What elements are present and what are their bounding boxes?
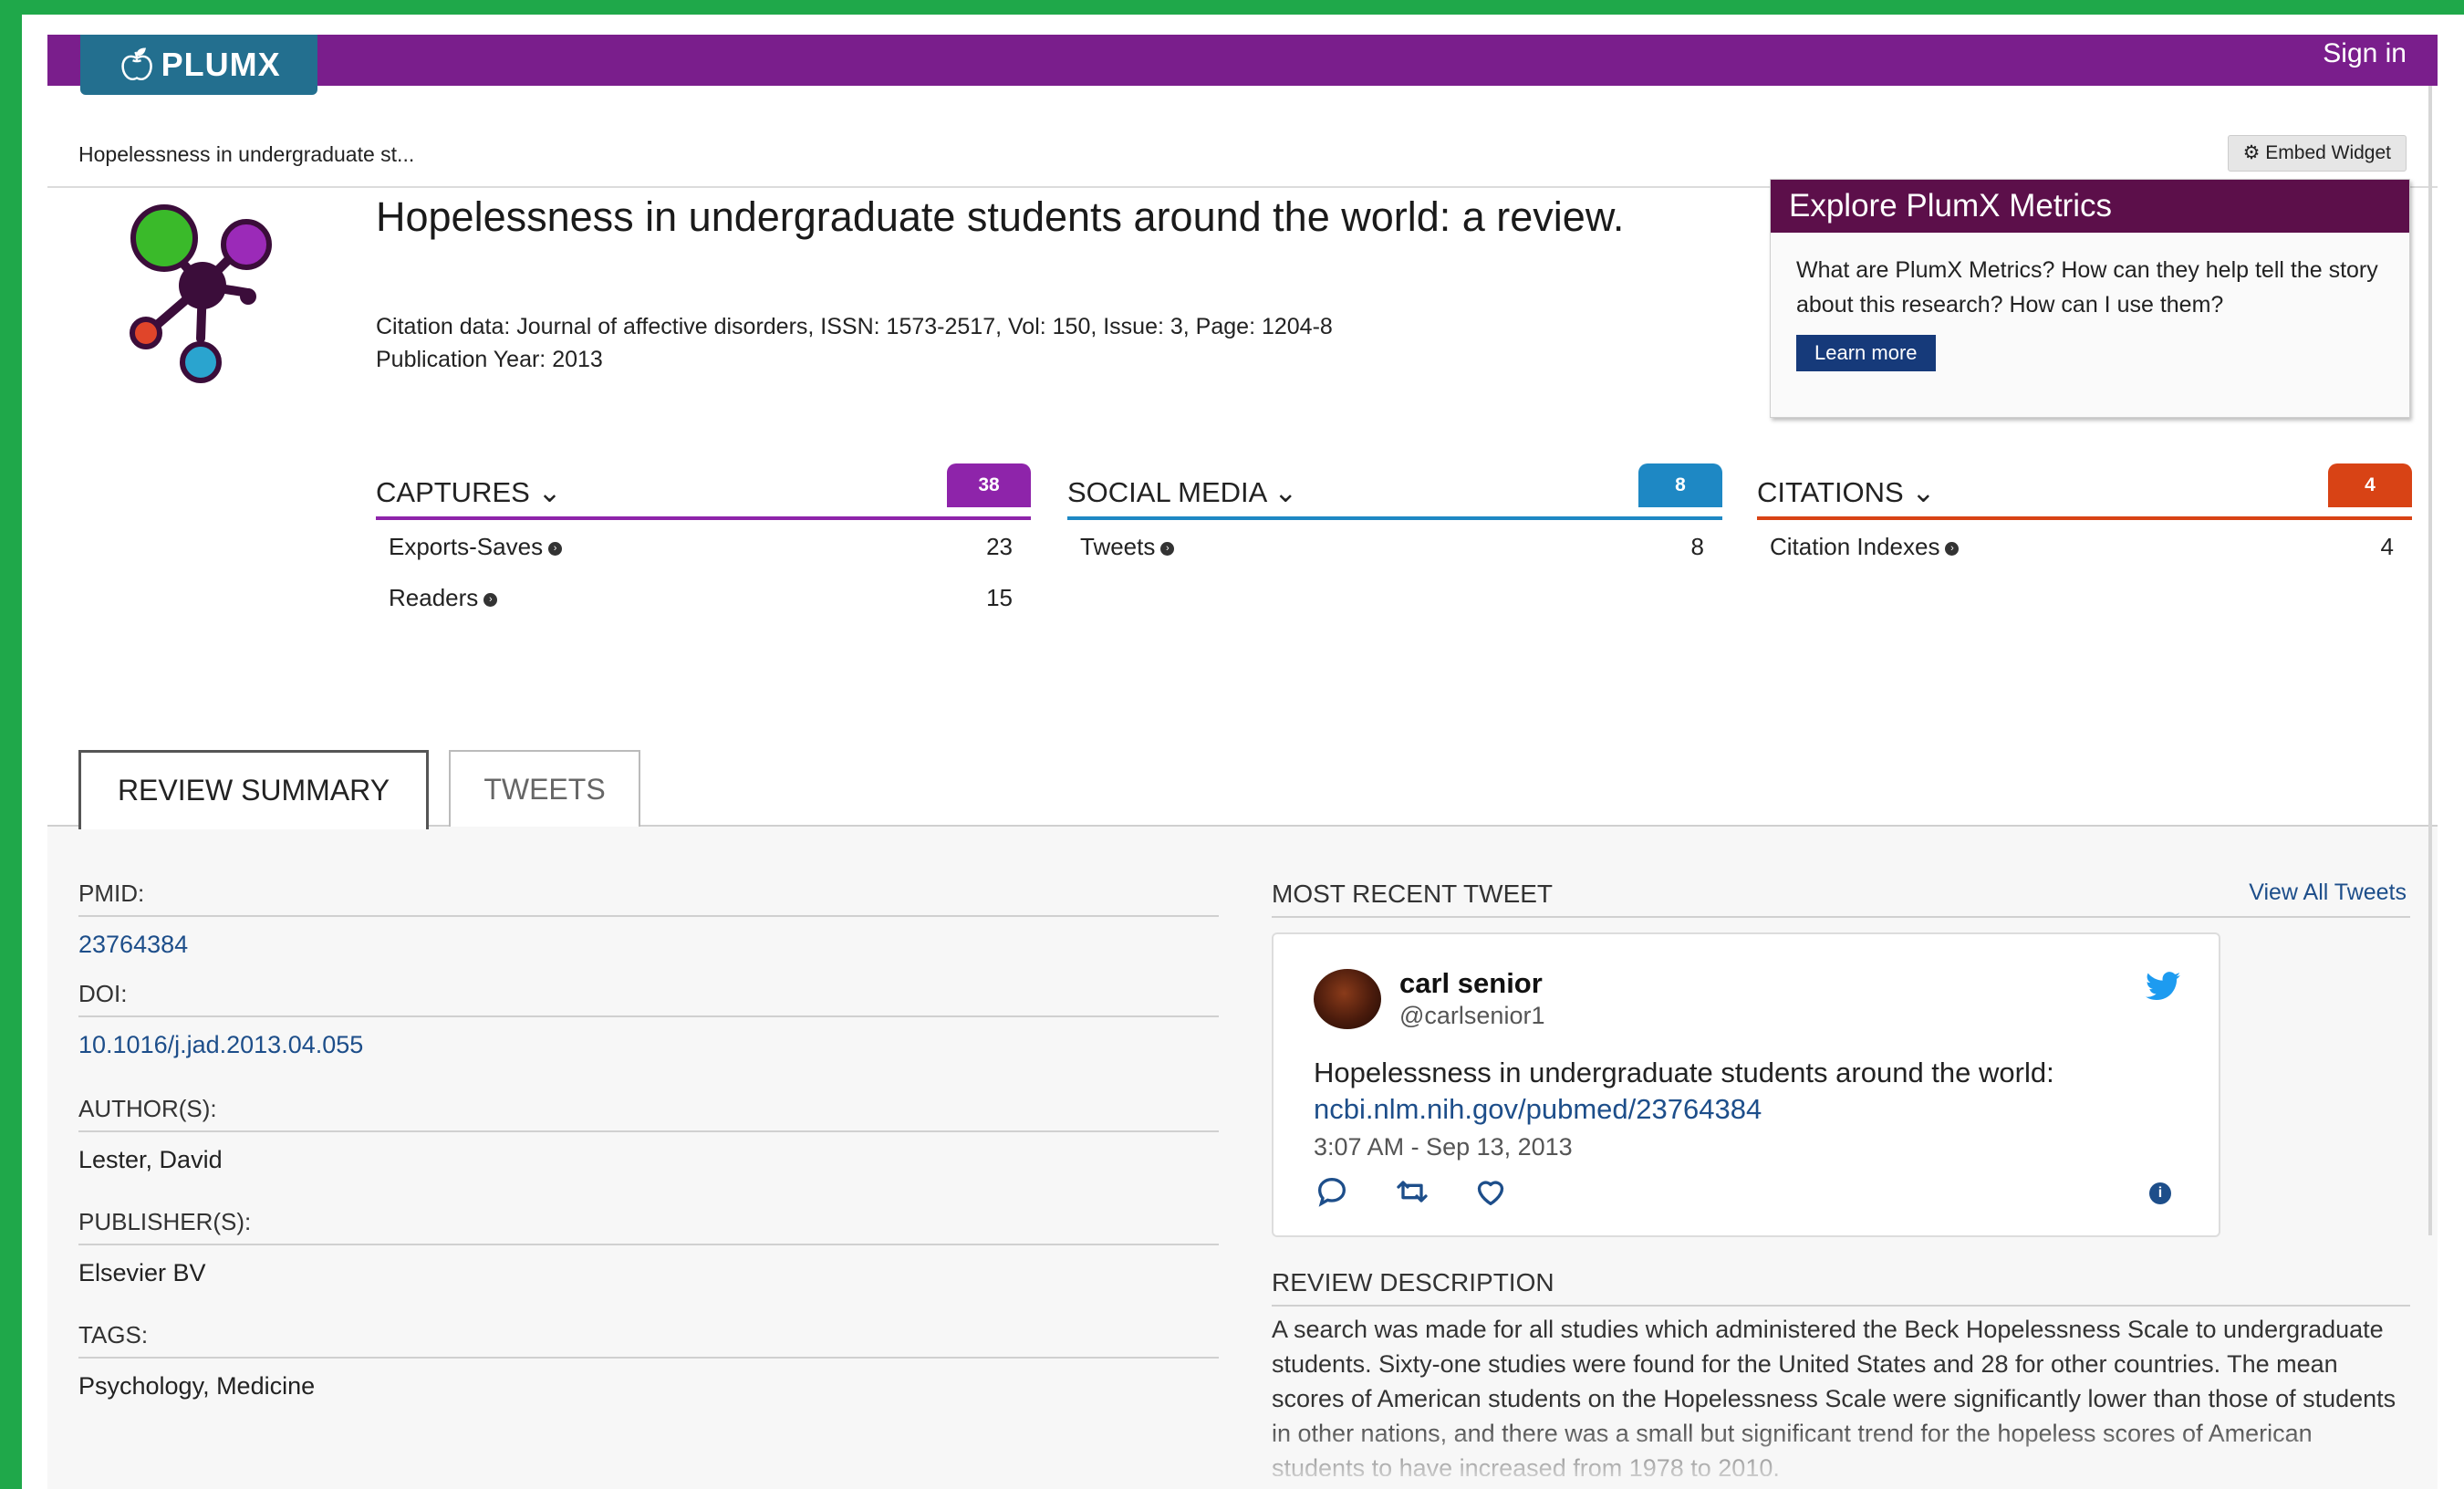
metric-count-badge: 8 xyxy=(1638,463,1722,507)
metric-row-label: Readers xyxy=(389,584,479,611)
metric-row-label: Tweets xyxy=(1080,533,1156,560)
publisher-label: PUBLISHER(S): xyxy=(78,1208,1219,1245)
metric-label: CAPTURES xyxy=(376,476,530,508)
explore-heading: Explore PlumX Metrics xyxy=(1771,180,2409,233)
metric-row-value: 23 xyxy=(986,533,1013,560)
page: 🍏︎ PLUMX Sign in Hopelessness in undergr… xyxy=(47,35,2438,1489)
metric-header[interactable]: CITATIONS ⌄ 4 xyxy=(1757,463,2412,520)
explore-text: What are PlumX Metrics? How can they hel… xyxy=(1796,257,2378,318)
metric-count-badge: 38 xyxy=(947,463,1031,507)
metric-row-value: 8 xyxy=(1690,533,1704,560)
metric-row[interactable]: Readers › 15 xyxy=(376,571,1031,622)
retweet-icon[interactable] xyxy=(1394,1173,1430,1210)
metric-count-badge: 4 xyxy=(2328,463,2412,507)
chevron-down-icon: ⌄ xyxy=(1274,476,1298,508)
pmid-value[interactable]: 23764384 xyxy=(78,931,188,959)
info-icon[interactable]: i xyxy=(2149,1182,2171,1204)
metric-label: CITATIONS xyxy=(1757,476,1904,508)
metric-label: SOCIAL MEDIA xyxy=(1067,476,1266,508)
view-all-tweets-link[interactable]: View All Tweets xyxy=(2249,880,2407,906)
tags-value: Psychology, Medicine xyxy=(78,1372,316,1400)
metric-header[interactable]: CAPTURES ⌄ 38 xyxy=(376,463,1031,520)
doi-label: DOI: xyxy=(78,980,1219,1017)
tweet-timestamp[interactable]: 3:07 AM - Sep 13, 2013 xyxy=(1314,1133,1573,1161)
twitter-bird-icon[interactable] xyxy=(2146,971,2180,1002)
plumx-logo[interactable]: 🍏︎ PLUMX xyxy=(80,35,317,95)
info-icon[interactable]: › xyxy=(1945,541,1960,556)
metric-social-media: SOCIAL MEDIA ⌄ 8 Tweets › 8 xyxy=(1067,463,1722,571)
review-description-heading: REVIEW DESCRIPTION xyxy=(1272,1268,2410,1307)
pmid-label: PMID: xyxy=(78,880,1219,917)
metric-captures: CAPTURES ⌄ 38 Exports-Saves › 23 Readers ›… xyxy=(376,463,1031,622)
authors-label: AUTHOR(S): xyxy=(78,1095,1219,1132)
tweet-text: Hopelessness in undergraduate students a… xyxy=(1314,1057,2054,1088)
metric-row-value: 4 xyxy=(2380,533,2394,560)
embed-widget-button[interactable]: ⚙ Embed Widget xyxy=(2227,135,2407,172)
breadcrumb: Hopelessness in undergraduate st... xyxy=(78,142,415,166)
reply-icon[interactable] xyxy=(1314,1173,1350,1210)
doi-value[interactable]: 10.1016/j.jad.2013.04.055 xyxy=(78,1031,363,1059)
metric-row-label: Exports-Saves xyxy=(389,533,544,560)
avatar[interactable] xyxy=(1314,969,1381,1029)
citation-meta: Citation data: Journal of affective diso… xyxy=(376,310,1333,376)
info-icon[interactable]: › xyxy=(548,541,563,556)
metric-row[interactable]: Tweets › 8 xyxy=(1067,520,1722,571)
publication-year: Publication Year: 2013 xyxy=(376,347,603,372)
scrollbar[interactable] xyxy=(2428,86,2432,1235)
gear-icon: ⚙ xyxy=(2242,142,2261,163)
metric-row[interactable]: Citation Indexes › 4 xyxy=(1757,520,2412,571)
chevron-down-icon: ⌄ xyxy=(537,476,562,508)
metric-row[interactable]: Exports-Saves › 23 xyxy=(376,520,1031,571)
tweet-card[interactable]: carl senior @carlsenior1 Hopelessness in… xyxy=(1272,932,2220,1237)
metric-header[interactable]: SOCIAL MEDIA ⌄ 8 xyxy=(1067,463,1722,520)
tweet-author-name[interactable]: carl senior xyxy=(1399,967,1543,1000)
breadcrumb-bar: Hopelessness in undergraduate st... ⚙ Em… xyxy=(47,95,2438,188)
top-bar: 🍏︎ PLUMX Sign in xyxy=(47,35,2438,95)
plum-logo-icon: 🍏︎ xyxy=(117,47,158,82)
info-icon[interactable]: › xyxy=(483,592,498,607)
metric-row-label: Citation Indexes xyxy=(1770,533,1940,560)
article-title: Hopelessness in undergraduate students a… xyxy=(376,193,1625,240)
metric-citations: CITATIONS ⌄ 4 Citation Indexes › 4 xyxy=(1757,463,2412,571)
tweet-link[interactable]: ncbi.nlm.nih.gov/pubmed/23764384 xyxy=(1314,1093,1762,1126)
explore-metrics-box: Explore PlumX Metrics What are PlumX Met… xyxy=(1770,179,2410,418)
tweet-author-handle[interactable]: @carlsenior1 xyxy=(1399,1002,1544,1030)
like-heart-icon[interactable] xyxy=(1472,1173,1509,1210)
tab-tweets[interactable]: TWEETS xyxy=(449,750,640,827)
metric-row-value: 15 xyxy=(986,584,1013,611)
sign-in-link[interactable]: Sign in xyxy=(2323,38,2407,69)
publisher-value: Elsevier BV xyxy=(78,1259,206,1286)
info-icon[interactable]: › xyxy=(1160,541,1175,556)
embed-widget-label: Embed Widget xyxy=(2265,142,2391,163)
most-recent-tweet-heading: MOST RECENT TWEET xyxy=(1272,880,2410,918)
text-fade-overlay xyxy=(1272,1416,2421,1489)
authors-value: Lester, David xyxy=(78,1146,223,1173)
chevron-down-icon: ⌄ xyxy=(1911,476,1936,508)
plum-print-icon xyxy=(130,204,272,383)
logo-text: PLUMX xyxy=(161,46,281,83)
learn-more-button[interactable]: Learn more xyxy=(1796,335,1936,371)
tags-label: TAGS: xyxy=(78,1321,1219,1359)
citation-data: Citation data: Journal of affective diso… xyxy=(376,314,1333,339)
tab-review-summary[interactable]: REVIEW SUMMARY xyxy=(78,750,429,829)
